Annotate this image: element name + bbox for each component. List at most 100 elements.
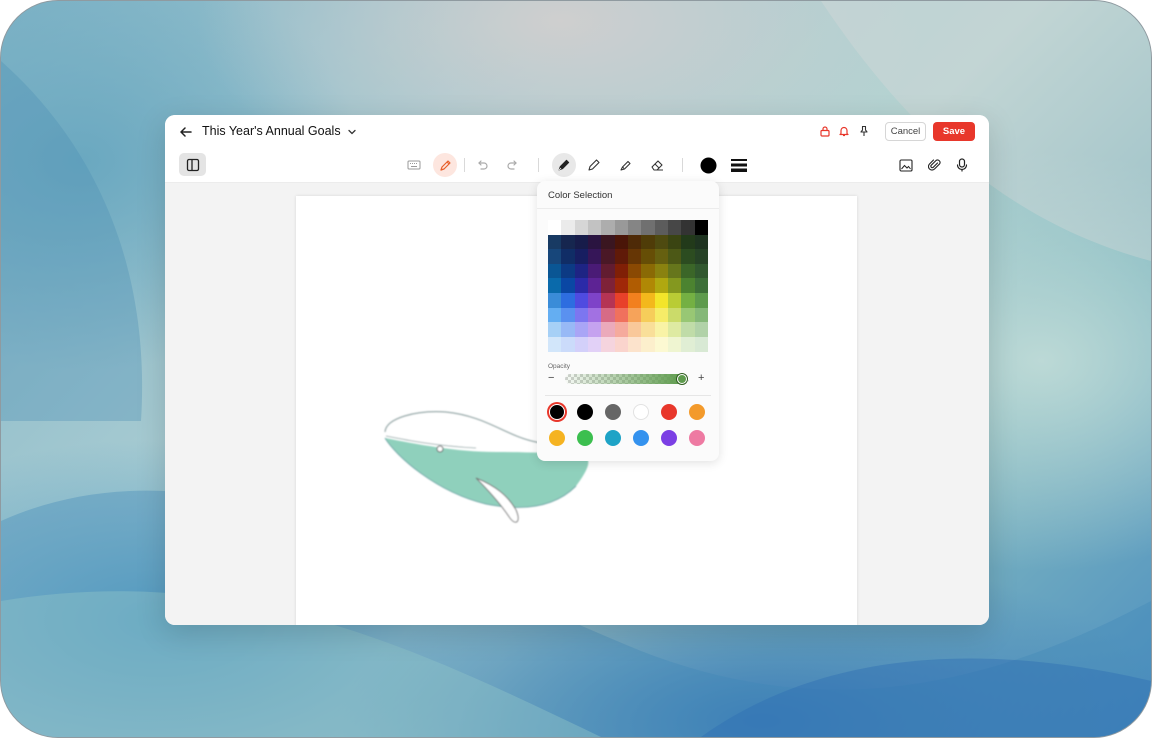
draw-mode-button[interactable] [433,153,457,177]
opacity-increase-button[interactable]: + [698,372,704,384]
palette-cell[interactable] [667,307,682,323]
color-swatch[interactable] [605,404,621,420]
palette-cell[interactable] [601,278,616,294]
palette-cell[interactable] [694,307,709,323]
palette-cell[interactable] [561,234,576,250]
palette-cell[interactable] [681,278,696,294]
opacity-slider-handle[interactable] [676,374,687,384]
palette-cell[interactable] [681,322,696,338]
palette-cell[interactable] [627,249,642,265]
palette-cell[interactable] [681,249,696,265]
palette-cell[interactable] [627,322,642,338]
color-swatch[interactable] [633,430,649,446]
sidebar-toggle-button[interactable] [179,153,206,176]
palette-cell[interactable] [574,307,589,323]
palette-cell[interactable] [654,249,669,265]
palette-cell[interactable] [548,336,562,352]
palette-cell[interactable] [694,263,709,279]
pencil-icon[interactable] [586,157,602,173]
palette-cell[interactable] [548,322,562,338]
undo-icon[interactable] [474,157,490,173]
palette-cell[interactable] [681,263,696,279]
palette-cell[interactable] [587,293,602,309]
palette-cell[interactable] [601,322,616,338]
opacity-decrease-button[interactable]: − [548,372,554,384]
palette-cell[interactable] [574,336,589,352]
palette-cell[interactable] [548,293,562,309]
palette-cell[interactable] [614,234,629,250]
color-swatch[interactable] [577,404,593,420]
palette-cell[interactable] [548,278,562,294]
palette-cell[interactable] [574,234,589,250]
palette-cell[interactable] [587,263,602,279]
palette-cell[interactable] [601,234,616,250]
palette-cell[interactable] [587,307,602,323]
palette-cell[interactable] [694,278,709,294]
opacity-slider[interactable] [565,374,689,384]
palette-cell[interactable] [614,293,629,309]
palette-cell[interactable] [641,278,656,294]
palette-cell[interactable] [614,322,629,338]
palette-cell[interactable] [667,293,682,309]
palette-cell[interactable] [681,293,696,309]
palette-cell[interactable] [641,220,656,236]
color-swatch[interactable] [661,430,677,446]
color-swatch[interactable] [689,430,705,446]
palette-cell[interactable] [654,263,669,279]
palette-cell[interactable] [694,322,709,338]
document-title[interactable]: This Year's Annual Goals [202,124,341,138]
palette-cell[interactable] [641,293,656,309]
palette-cell[interactable] [561,307,576,323]
palette-cell[interactable] [667,336,682,352]
palette-cell[interactable] [561,336,576,352]
keyboard-icon[interactable] [406,157,422,173]
palette-cell[interactable] [694,234,709,250]
palette-cell[interactable] [627,234,642,250]
palette-cell[interactable] [548,220,562,236]
palette-cell[interactable] [667,220,682,236]
palette-cell[interactable] [627,278,642,294]
palette-cell[interactable] [654,336,669,352]
palette-cell[interactable] [641,336,656,352]
chevron-down-icon[interactable] [346,126,358,138]
palette-cell[interactable] [654,293,669,309]
bell-icon[interactable] [837,124,851,138]
palette-cell[interactable] [561,249,576,265]
color-swatch[interactable] [661,404,677,420]
palette-cell[interactable] [614,307,629,323]
palette-cell[interactable] [667,234,682,250]
palette-cell[interactable] [654,234,669,250]
palette-cell[interactable] [681,234,696,250]
palette-cell[interactable] [587,249,602,265]
palette-cell[interactable] [627,336,642,352]
palette-cell[interactable] [641,234,656,250]
palette-cell[interactable] [694,336,709,352]
pin-icon[interactable] [857,124,871,138]
palette-cell[interactable] [681,220,696,236]
palette-cell[interactable] [561,220,576,236]
color-swatch[interactable] [689,404,705,420]
palette-cell[interactable] [641,249,656,265]
palette-cell[interactable] [654,220,669,236]
color-palette-grid[interactable] [548,220,709,352]
palette-cell[interactable] [561,293,576,309]
palette-cell[interactable] [574,322,589,338]
palette-cell[interactable] [667,249,682,265]
palette-cell[interactable] [561,278,576,294]
palette-cell[interactable] [587,220,602,236]
palette-cell[interactable] [601,336,616,352]
palette-cell[interactable] [641,307,656,323]
paperclip-icon[interactable] [926,157,942,173]
palette-cell[interactable] [601,293,616,309]
palette-cell[interactable] [614,249,629,265]
palette-cell[interactable] [574,220,589,236]
palette-cell[interactable] [548,307,562,323]
palette-cell[interactable] [561,322,576,338]
palette-cell[interactable] [574,278,589,294]
palette-cell[interactable] [654,278,669,294]
palette-cell[interactable] [587,278,602,294]
palette-cell[interactable] [587,234,602,250]
palette-cell[interactable] [641,322,656,338]
palette-cell[interactable] [601,249,616,265]
palette-cell[interactable] [614,263,629,279]
